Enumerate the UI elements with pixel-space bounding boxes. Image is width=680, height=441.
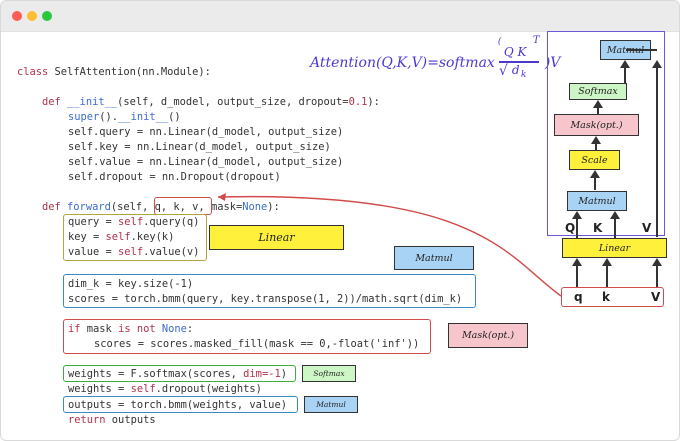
side-label-q: Q: [565, 221, 576, 235]
diagram-node-scale: Scale: [569, 150, 620, 170]
connector-arrowhead: [218, 193, 226, 201]
input-v: V: [651, 290, 661, 304]
arrow-matmul-to-scale: [590, 170, 600, 190]
arrow-q-to-matmul: [572, 211, 582, 238]
diagram-node-softmax: Softmax: [569, 83, 627, 100]
arrow-softmax-to-matmul: [620, 60, 630, 83]
app-window: class SelfAttention(nn.Module): def __in…: [0, 0, 680, 441]
arrow-k-to-matmul: [610, 211, 620, 238]
side-label-k: K: [593, 221, 603, 235]
connector-curve: [217, 195, 562, 297]
v-connector: [626, 49, 657, 51]
input-q: q: [574, 290, 583, 304]
arrow-v-to-matmul: [652, 60, 662, 237]
arrow-q-input: [572, 258, 582, 287]
diagram-node-linear: Linear: [562, 238, 667, 258]
diagram-node-matmul-bottom: Matmul: [567, 191, 627, 211]
side-label-v: V: [642, 221, 652, 235]
arrow-k-input: [602, 258, 612, 287]
input-k: k: [602, 290, 610, 304]
diagram-node-mask: Mask(opt.): [554, 114, 639, 136]
arrow-v-input: [652, 258, 662, 287]
